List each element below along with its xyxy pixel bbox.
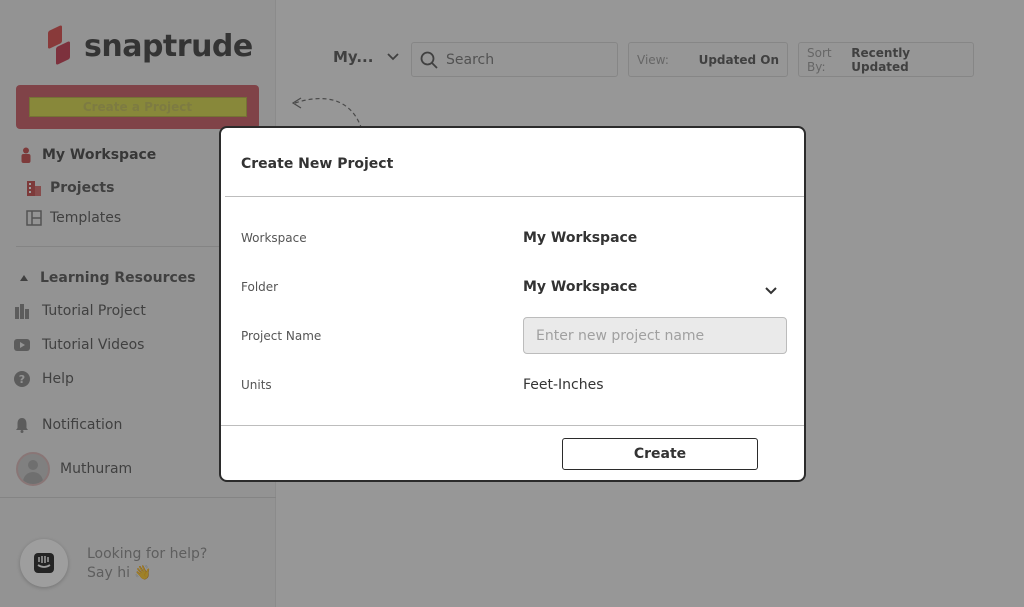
folder-value: My Workspace (523, 279, 638, 295)
dialog-footer-divider (221, 425, 804, 426)
dialog-title: Create New Project (241, 156, 394, 172)
dialog-divider (225, 196, 804, 197)
folder-select[interactable]: My Workspace (523, 279, 787, 299)
create-project-dialog: Create New Project Workspace My Workspac… (219, 126, 806, 482)
chevron-down-icon[interactable] (764, 281, 778, 300)
project-name-input[interactable] (523, 317, 787, 354)
units-label: Units (241, 378, 272, 392)
workspace-label: Workspace (241, 231, 307, 245)
project-name-label: Project Name (241, 329, 322, 343)
workspace-value: My Workspace (523, 230, 638, 246)
folder-label: Folder (241, 280, 279, 294)
create-button[interactable]: Create (562, 438, 758, 470)
units-value[interactable]: Feet-Inches (523, 377, 604, 393)
